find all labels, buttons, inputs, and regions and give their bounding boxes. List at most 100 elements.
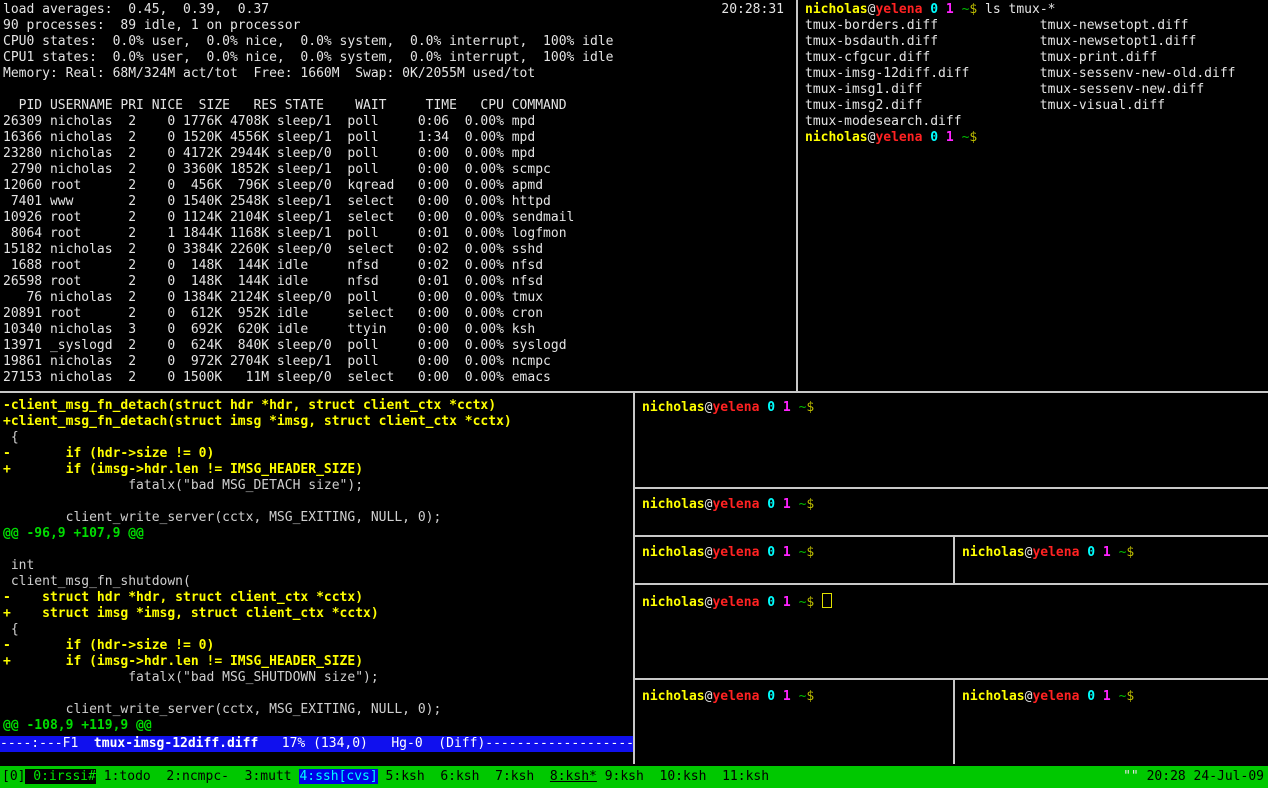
diff-line: - if (hdr->size != 0) [3, 446, 633, 462]
top-summary-line: load averages: 0.45, 0.39, 0.37 [3, 2, 796, 18]
prompt-part [791, 545, 799, 560]
diff-line: @@ -108,9 +119,9 @@ [3, 718, 633, 734]
pane-top-process-monitor[interactable]: 20:28:31 load averages: 0.45, 0.39, 0.37… [0, 0, 796, 391]
status-right-clock: 20:28 24-Jul-09 [1139, 769, 1264, 784]
pane-shell-c1[interactable]: nicholas@yelena 0 1 ~$ [635, 537, 953, 583]
pane-shell-active[interactable]: nicholas@yelena 0 1 ~$ [635, 585, 1268, 678]
diff-line [3, 686, 633, 702]
pane-shell-e1[interactable]: nicholas@yelena 0 1 ~$ [635, 680, 953, 764]
ls-output-line: tmux-imsg-12diff.diff tmux-sessenv-new-o… [805, 66, 1268, 82]
prompt-part [775, 689, 783, 704]
prompt-part: 0 [930, 2, 938, 17]
prompt-part [954, 130, 962, 145]
tmux-status-bar: [0] 0:irssi# 1:todo 2:ncmpc- 3:mutt 4:ss… [0, 766, 1268, 788]
prompt-part: yelena [712, 545, 759, 560]
prompt-part: 1 [946, 130, 954, 145]
prompt-part: 1 [1103, 689, 1111, 704]
shell-prompt-line: nicholas@yelena 0 1 ~$ [642, 400, 1268, 416]
prompt-part: 1 [783, 689, 791, 704]
prompt-part [938, 130, 946, 145]
prompt-part: yelena [712, 595, 759, 610]
diff-line: fatalx("bad MSG_DETACH size"); [3, 478, 633, 494]
diff-line: + struct imsg *imsg, struct client_ctx *… [3, 606, 633, 622]
prompt-part: $ [806, 689, 814, 704]
prompt-part [791, 497, 799, 512]
prompt-part [1111, 545, 1119, 560]
shell-prompt: nicholas@yelena 0 1 ~$ [642, 545, 814, 560]
window-items-b[interactable]: 5:ksh 6:ksh 7:ksh [378, 769, 550, 784]
shell-prompt-line: nicholas@yelena 0 1 ~$ [962, 545, 1268, 561]
prompt-part [938, 2, 946, 17]
terminal-cursor [822, 593, 832, 608]
window-item-ssh[interactable]: 4:ssh[cvs] [299, 769, 377, 784]
diff-line: + if (imsg->hdr.len != IMSG_HEADER_SIZE) [3, 462, 633, 478]
prompt-part [1095, 689, 1103, 704]
emacs-modeline-suffix: 17% (134,0) Hg-0 (Diff)-----------------… [258, 736, 633, 751]
prompt-part: $ [806, 595, 814, 610]
prompt-part: nicholas [805, 2, 868, 17]
prompt-part [1095, 545, 1103, 560]
window-items-c[interactable]: 9:ksh 10:ksh 11:ksh [597, 769, 769, 784]
shell-prompt: nicholas@yelena 0 1 ~$ [642, 497, 814, 512]
process-row: 76 nicholas 2 0 1384K 2124K sleep/0 poll… [3, 290, 796, 306]
diff-line: -client_msg_fn_detach(struct hdr *hdr, s… [3, 398, 633, 414]
pane-shell-top-right[interactable]: nicholas@yelena 0 1 ~$ ls tmux-* tmux-bo… [798, 0, 1268, 391]
tmux-screen: 20:28:31 load averages: 0.45, 0.39, 0.37… [0, 0, 1268, 788]
window-item-current[interactable]: 8:ksh* [550, 769, 597, 784]
pane-shell-b[interactable]: nicholas@yelena 0 1 ~$ [635, 489, 1268, 535]
top-summary-line: Memory: Real: 68M/324M act/tot Free: 166… [3, 66, 796, 82]
window-items-a[interactable]: 1:todo 2:ncmpc- 3:mutt [96, 769, 300, 784]
prompt-part: 0 [767, 545, 775, 560]
shell-command-line: nicholas@yelena 0 1 ~$ ls tmux-* [805, 2, 1268, 18]
diff-line: - if (hdr->size != 0) [3, 638, 633, 654]
prompt-part: yelena [712, 497, 759, 512]
shell-prompt-line: nicholas@yelena 0 1 ~$ [642, 545, 953, 561]
prompt-part [775, 497, 783, 512]
shell-prompt-line: nicholas@yelena 0 1 ~$ [962, 689, 1268, 705]
ls-output-line: tmux-cfgcur.diff tmux-print.diff [805, 50, 1268, 66]
pane-shell-a[interactable]: nicholas@yelena 0 1 ~$ [635, 393, 1268, 487]
window-item-irssi[interactable]: 0:irssi# [25, 769, 95, 784]
pane-emacs-diff[interactable]: -client_msg_fn_detach(struct hdr *hdr, s… [0, 393, 633, 764]
prompt-part: 0 [930, 130, 938, 145]
prompt-part [791, 400, 799, 415]
shell-prompt-line: nicholas@yelena 0 1 ~$ [805, 130, 1268, 146]
diff-line: +client_msg_fn_detach(struct imsg *imsg,… [3, 414, 633, 430]
process-table: 26309 nicholas 2 0 1776K 4708K sleep/1 p… [3, 114, 796, 386]
emacs-modeline: ----:---F1 tmux-imsg-12diff.diff 17% (13… [0, 736, 633, 752]
shell-prompt-line: nicholas@yelena 0 1 ~$ [642, 689, 953, 705]
process-row: 16366 nicholas 2 0 1520K 4556K sleep/1 p… [3, 130, 796, 146]
process-row: 13971 _syslogd 2 0 624K 840K sleep/0 pol… [3, 338, 796, 354]
prompt-part: 0 [1087, 545, 1095, 560]
prompt-part: 1 [783, 545, 791, 560]
prompt-part: yelena [1032, 545, 1079, 560]
status-right-title: "" [1123, 769, 1139, 784]
prompt-part [775, 545, 783, 560]
shell-prompt: nicholas@yelena 0 1 ~$ [642, 595, 814, 610]
process-row: 10926 root 2 0 1124K 2104K sleep/1 selec… [3, 210, 796, 226]
process-row: 10340 nicholas 3 0 692K 620K idle ttyin … [3, 322, 796, 338]
prompt-part: yelena [875, 130, 922, 145]
session-indicator: [0] [0, 769, 25, 784]
diff-line: client_write_server(cctx, MSG_EXITING, N… [3, 510, 633, 526]
ls-output-line: tmux-imsg2.diff tmux-visual.diff [805, 98, 1268, 114]
diff-buffer: -client_msg_fn_detach(struct hdr *hdr, s… [3, 398, 633, 734]
prompt-part: 1 [946, 2, 954, 17]
top-summary-line: CPU0 states: 0.0% user, 0.0% nice, 0.0% … [3, 34, 796, 50]
shell-prompt: nicholas@yelena 0 1 ~$ [642, 689, 814, 704]
emacs-modeline-filename: tmux-imsg-12diff.diff [94, 736, 258, 751]
top-clock: 20:28:31 [721, 2, 784, 18]
diff-line [3, 542, 633, 558]
prompt-part [791, 689, 799, 704]
pane-shell-e2[interactable]: nicholas@yelena 0 1 ~$ [955, 680, 1268, 764]
prompt-part: $ [1126, 545, 1134, 560]
diff-line: @@ -96,9 +107,9 @@ [3, 526, 633, 542]
prompt-part: yelena [712, 400, 759, 415]
process-row: 26309 nicholas 2 0 1776K 4708K sleep/1 p… [3, 114, 796, 130]
pane-shell-c2[interactable]: nicholas@yelena 0 1 ~$ [955, 537, 1268, 583]
process-row: 12060 root 2 0 456K 796K sleep/0 kqread … [3, 178, 796, 194]
shell-prompt: nicholas@yelena 0 1 ~$ [642, 400, 814, 415]
prompt-part: 1 [783, 400, 791, 415]
ls-output: tmux-borders.diff tmux-newsetopt.difftmu… [805, 18, 1268, 130]
top-summary: load averages: 0.45, 0.39, 0.3790 proces… [3, 2, 796, 82]
